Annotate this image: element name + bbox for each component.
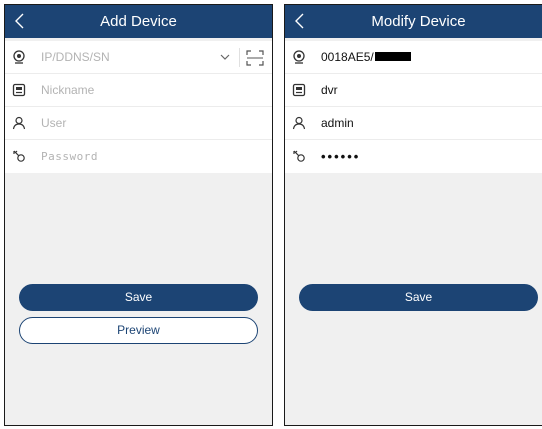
add-device-form: IP/DDNS/SN Nickname User Password <box>5 41 272 173</box>
device-eye-icon <box>13 50 25 64</box>
password-row[interactable]: •••••• <box>285 140 542 173</box>
address-row[interactable]: IP/DDNS/SN <box>5 41 272 74</box>
page-title: Add Device <box>100 13 177 30</box>
key-icon <box>13 150 25 162</box>
save-button[interactable]: Save <box>299 284 538 311</box>
scan-icon[interactable] <box>246 50 264 66</box>
nickname-row[interactable]: dvr <box>285 74 542 107</box>
user-input[interactable]: User <box>41 107 66 140</box>
address-value: 0018AE5/ <box>321 50 374 64</box>
address-row[interactable]: 0018AE5/ <box>285 41 542 74</box>
nickname-input[interactable]: Nickname <box>41 74 94 107</box>
password-input[interactable]: Password <box>41 140 98 173</box>
user-input[interactable]: admin <box>321 107 354 140</box>
page-title: Modify Device <box>371 13 466 30</box>
add-device-screen: Add Device IP/DDNS/SN Nickname User Pass… <box>4 4 273 426</box>
password-row[interactable]: Password <box>5 140 272 173</box>
address-input[interactable]: IP/DDNS/SN <box>41 41 110 74</box>
address-input[interactable]: 0018AE5/ <box>321 41 411 74</box>
device-card-icon <box>12 83 26 97</box>
preview-button[interactable]: Preview <box>19 317 258 344</box>
device-eye-icon <box>293 50 305 64</box>
user-icon <box>292 116 306 130</box>
nickname-row[interactable]: Nickname <box>5 74 272 107</box>
redaction-block <box>374 52 411 62</box>
chevron-down-icon[interactable] <box>218 50 232 64</box>
user-row[interactable]: User <box>5 107 272 140</box>
add-device-header: Add Device <box>5 5 272 38</box>
password-input[interactable]: •••••• <box>321 140 360 173</box>
user-icon <box>12 116 26 130</box>
device-card-icon <box>292 83 306 97</box>
key-icon <box>293 150 305 162</box>
user-row[interactable]: admin <box>285 107 542 140</box>
divider <box>239 48 240 67</box>
modify-device-header: Modify Device <box>285 5 542 38</box>
modify-device-screen: Modify Device 0018AE5/ dvr admin •••••• … <box>284 4 542 426</box>
modify-device-form: 0018AE5/ dvr admin •••••• <box>285 41 542 173</box>
save-button[interactable]: Save <box>19 284 258 311</box>
nickname-input[interactable]: dvr <box>321 74 338 107</box>
